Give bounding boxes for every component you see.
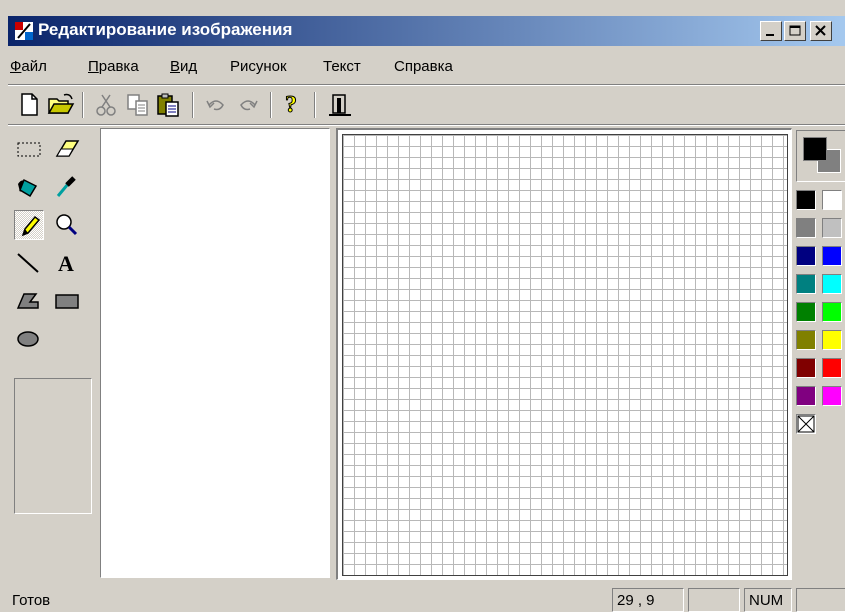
status-extra (796, 588, 845, 612)
tool-eraser[interactable] (52, 134, 82, 164)
menu-help[interactable]: Справка (394, 58, 453, 75)
palette-color-swatch[interactable] (796, 246, 816, 266)
text-icon: A (58, 251, 74, 276)
color-palette (796, 128, 845, 578)
maximize-icon (789, 25, 801, 36)
app-icon (15, 22, 33, 40)
close-button[interactable] (810, 21, 832, 41)
palette-color-swatch[interactable] (822, 330, 842, 350)
icon-editor-window: Редактирование изображения Файл Правка В… (0, 0, 845, 612)
open-button[interactable] (46, 91, 75, 119)
cut-icon (96, 94, 116, 116)
transparent-icon (797, 415, 815, 433)
copy-icon (127, 94, 148, 116)
polygon-icon (16, 293, 39, 309)
svg-text:A: A (58, 251, 74, 276)
palette-color-swatch[interactable] (796, 218, 816, 238)
test-icon (329, 94, 351, 116)
cut-button[interactable] (92, 91, 120, 119)
drawing-canvas[interactable] (342, 134, 788, 576)
tool-fill[interactable] (14, 172, 44, 202)
window-title: Редактирование изображения (38, 20, 293, 39)
menu-view[interactable]: Вид (170, 58, 197, 75)
image-preview (100, 128, 330, 578)
toolbar-separator-line (8, 124, 845, 126)
help-button[interactable]: ? (280, 90, 308, 119)
title-bar[interactable]: Редактирование изображения (8, 16, 845, 46)
undo-icon (206, 100, 224, 111)
toolbar-separator (314, 92, 316, 118)
palette-color-swatch[interactable] (822, 386, 842, 406)
status-text: Готов (12, 592, 51, 609)
foreground-color-swatch (803, 137, 827, 161)
tool-ellipse[interactable] (14, 324, 44, 354)
current-colors[interactable] (796, 130, 845, 182)
palette-color-swatch[interactable] (822, 274, 842, 294)
palette-color-swatch[interactable] (796, 386, 816, 406)
new-button[interactable] (16, 91, 44, 119)
tool-line[interactable] (14, 248, 44, 278)
toolbar-separator (192, 92, 194, 118)
tool-magnifier[interactable] (52, 210, 82, 240)
palette-color-swatch[interactable] (822, 246, 842, 266)
palette-color-swatch[interactable] (822, 218, 842, 238)
open-icon (47, 93, 75, 114)
status-num: NUM (744, 588, 792, 612)
fill-icon (18, 178, 38, 198)
toolbar: ? (8, 88, 845, 122)
menu-file[interactable]: Файл (10, 58, 47, 75)
palette-color-swatch[interactable] (822, 358, 842, 378)
palette-color-swatch[interactable] (796, 330, 816, 350)
transparent-color-swatch[interactable] (796, 414, 816, 434)
paste-button[interactable] (154, 91, 182, 119)
menu-separator (8, 84, 845, 86)
palette-color-swatch[interactable] (796, 190, 816, 210)
palette-color-swatch[interactable] (822, 302, 842, 322)
eraser-icon (55, 140, 80, 157)
minimize-button[interactable] (760, 21, 782, 41)
svg-text:?: ? (285, 92, 297, 118)
palette-color-swatch[interactable] (796, 302, 816, 322)
rectangle-icon (55, 294, 79, 309)
test-button[interactable] (326, 91, 354, 119)
palette-color-swatch[interactable] (822, 190, 842, 210)
help-icon: ? (285, 92, 298, 119)
redo-button[interactable] (234, 91, 262, 119)
menu-edit[interactable]: Правка (88, 58, 139, 75)
palette-color-swatch[interactable] (796, 274, 816, 294)
ellipse-icon (17, 331, 39, 347)
minimize-icon (766, 34, 774, 36)
palette-color-swatch[interactable] (796, 358, 816, 378)
copy-button[interactable] (124, 91, 152, 119)
tool-text[interactable]: A (52, 248, 82, 278)
drawing-canvas-frame (336, 128, 792, 580)
maximize-button[interactable] (784, 21, 806, 41)
pencil-icon (21, 215, 41, 237)
toolbar-separator (82, 92, 84, 118)
magnifier-icon (56, 214, 78, 236)
tool-options-box[interactable] (14, 378, 92, 514)
line-icon (17, 253, 39, 273)
status-coords: 29 , 9 (612, 588, 684, 612)
new-icon (21, 93, 38, 116)
menu-image[interactable]: Рисунок (230, 58, 287, 75)
free-select-icon (17, 142, 41, 157)
close-icon (815, 25, 826, 36)
tool-free-select[interactable] (14, 134, 44, 164)
tool-pencil[interactable] (14, 210, 44, 240)
tool-rectangle[interactable] (52, 286, 82, 316)
paste-icon (157, 93, 179, 117)
pick-color-icon (56, 176, 76, 197)
status-bar: Готов 29 , 9 NUM (0, 586, 845, 612)
menu-text[interactable]: Текст (323, 58, 361, 75)
tool-pick-color[interactable] (52, 172, 82, 202)
toolbar-separator (270, 92, 272, 118)
redo-icon (240, 100, 258, 111)
tool-polygon[interactable] (14, 286, 44, 316)
status-size (688, 588, 740, 612)
undo-button[interactable] (202, 91, 230, 119)
toolbox: A (8, 128, 98, 578)
